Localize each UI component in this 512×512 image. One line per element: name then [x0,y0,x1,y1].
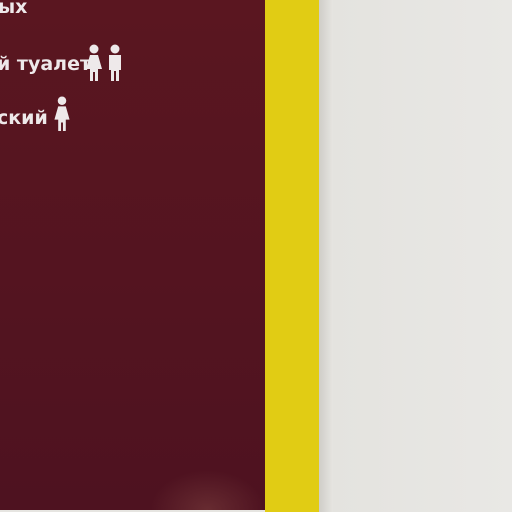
woman-icon [86,44,102,81]
reflection [150,470,265,510]
sign-panel: ых й туалет ский [0,0,265,510]
woman-icon [54,96,70,132]
sign-line-2: й туалет [0,53,91,75]
wall [333,0,512,512]
sign-line-3: ский [0,107,48,129]
yellow-frame [265,0,319,512]
frame-shadow [319,0,333,512]
sign-line-1: ых [0,0,28,18]
man-icon [109,44,121,81]
